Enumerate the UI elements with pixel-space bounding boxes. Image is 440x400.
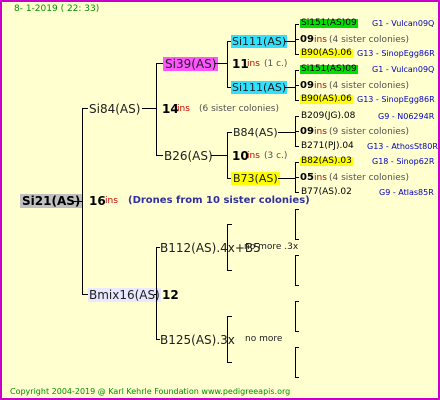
connector [295,100,299,101]
ancestor-info: G13 - AthosSt80R [367,142,438,151]
ancestor-ins: ins [314,35,327,45]
connector [295,24,299,25]
connector [156,63,163,64]
connector [227,224,228,270]
root-num: 16 [89,194,106,208]
connector [211,155,227,156]
great-grandmother-queen[interactable]: B84(AS) [233,127,278,138]
date-header: 8- 1-2019 ( 22: 33) [14,4,100,14]
root-ins: ins [105,196,118,206]
connector [285,87,295,88]
ancestor-ins: ins [314,127,327,137]
connector [278,132,295,133]
connector [295,146,299,147]
connector [227,224,232,225]
connector [295,331,299,332]
ancestor-info: G9 - N06294R [378,112,435,121]
great-grandmother-queen[interactable]: Si111(AS) [231,81,288,94]
ancestor-info: G18 - Sinop62R [372,157,435,166]
connector [295,255,296,285]
connector [295,162,299,163]
connector [295,54,299,55]
ancestor-info: G13 - SinopEgg86R [357,49,435,58]
connector [295,209,299,210]
ancestor-queen[interactable]: B90(AS).06 [300,49,353,58]
connector [227,316,232,317]
connector [278,178,295,179]
ancestor-note: (4 sister colonies) [329,35,410,45]
connector [295,39,299,40]
ancestor-num: 09 [300,34,314,45]
connector [295,85,299,86]
connector [295,192,299,193]
connector [142,108,156,109]
si39-note: (1 c.) [264,59,288,69]
great-grandmother-queen[interactable]: Si111(AS) [231,35,288,48]
ancestor-queen[interactable]: B82(AS).03 [300,157,353,166]
mother-queen[interactable]: Si84(AS) [89,103,140,115]
pedigree-chart: 8- 1-2019 ( 22: 33) Si21(AS) 16 ins (Dro… [0,0,440,400]
connector [295,347,299,348]
connector [156,155,163,156]
si84-ins: ins [177,104,190,114]
ancestor-num: 05 [300,172,314,183]
connector [285,41,295,42]
si84-note: (6 sister colonies) [199,104,280,114]
father-queen[interactable]: Bmix16(AS) [88,288,161,302]
ancestor-queen[interactable]: B77(AS).02 [300,188,353,197]
b26-ins: ins [247,151,260,161]
great-grandmother-queen[interactable]: B73(AS) [231,172,280,185]
ancestor-queen[interactable]: B90(AS).06 [300,95,353,104]
ancestor-info: G1 - Vulcan09Q [372,65,435,74]
b26-note: (3 c.) [264,151,288,161]
connector [295,301,299,302]
bmix-num: 12 [162,288,179,302]
b112-note: no more .3x [244,242,299,252]
connector [215,63,227,64]
ancestor-queen[interactable]: Si151(AS)09 [300,65,358,74]
connector [227,41,228,87]
connector [295,239,299,240]
connector [295,255,299,256]
ancestor-note: (4 sister colonies) [329,81,410,91]
ancestor-info: G1 - Vulcan09Q [372,19,435,28]
connector [295,377,299,378]
ancestor-queen[interactable]: Si151(AS)09 [300,19,358,28]
connector [82,108,88,109]
connector [295,347,296,377]
connector [295,285,299,286]
root-drones-note: (Drones from 10 sister colonies) [128,195,310,206]
grandmother-queen[interactable]: B125(AS).3x [160,334,235,346]
connector [295,116,299,117]
ancestor-num: 09 [300,80,314,91]
connector [82,108,83,294]
copyright-footer: Copyright 2004-2019 @ Karl Kehrle Founda… [10,387,291,396]
b125-note: no more [245,334,283,344]
ancestor-queen[interactable]: B271(PJ).04 [300,142,355,151]
connector [72,201,82,202]
si39-ins: ins [247,59,260,69]
ancestor-num: 09 [300,126,314,137]
connector [295,70,299,71]
connector [227,132,228,178]
ancestor-queen[interactable]: B209(JG).08 [300,112,356,121]
connector [227,362,232,363]
grandmother-queen[interactable]: Si39(AS) [163,57,219,71]
ancestor-info: G9 - Atlas85R [379,188,434,197]
connector [295,177,299,178]
connector [295,131,299,132]
ancestor-ins: ins [314,81,327,91]
connector [227,316,228,362]
connector [227,270,232,271]
connector [156,63,157,155]
connector [156,247,157,339]
connector [295,209,296,239]
ancestor-ins: ins [314,173,327,183]
ancestor-info: G13 - SinopEgg86R [357,95,435,104]
ancestor-note: (9 sister colonies) [329,127,410,137]
connector [295,301,296,331]
grandmother-queen[interactable]: B26(AS) [164,150,213,162]
connector [227,132,232,133]
ancestor-note: (4 sister colonies) [329,173,410,183]
